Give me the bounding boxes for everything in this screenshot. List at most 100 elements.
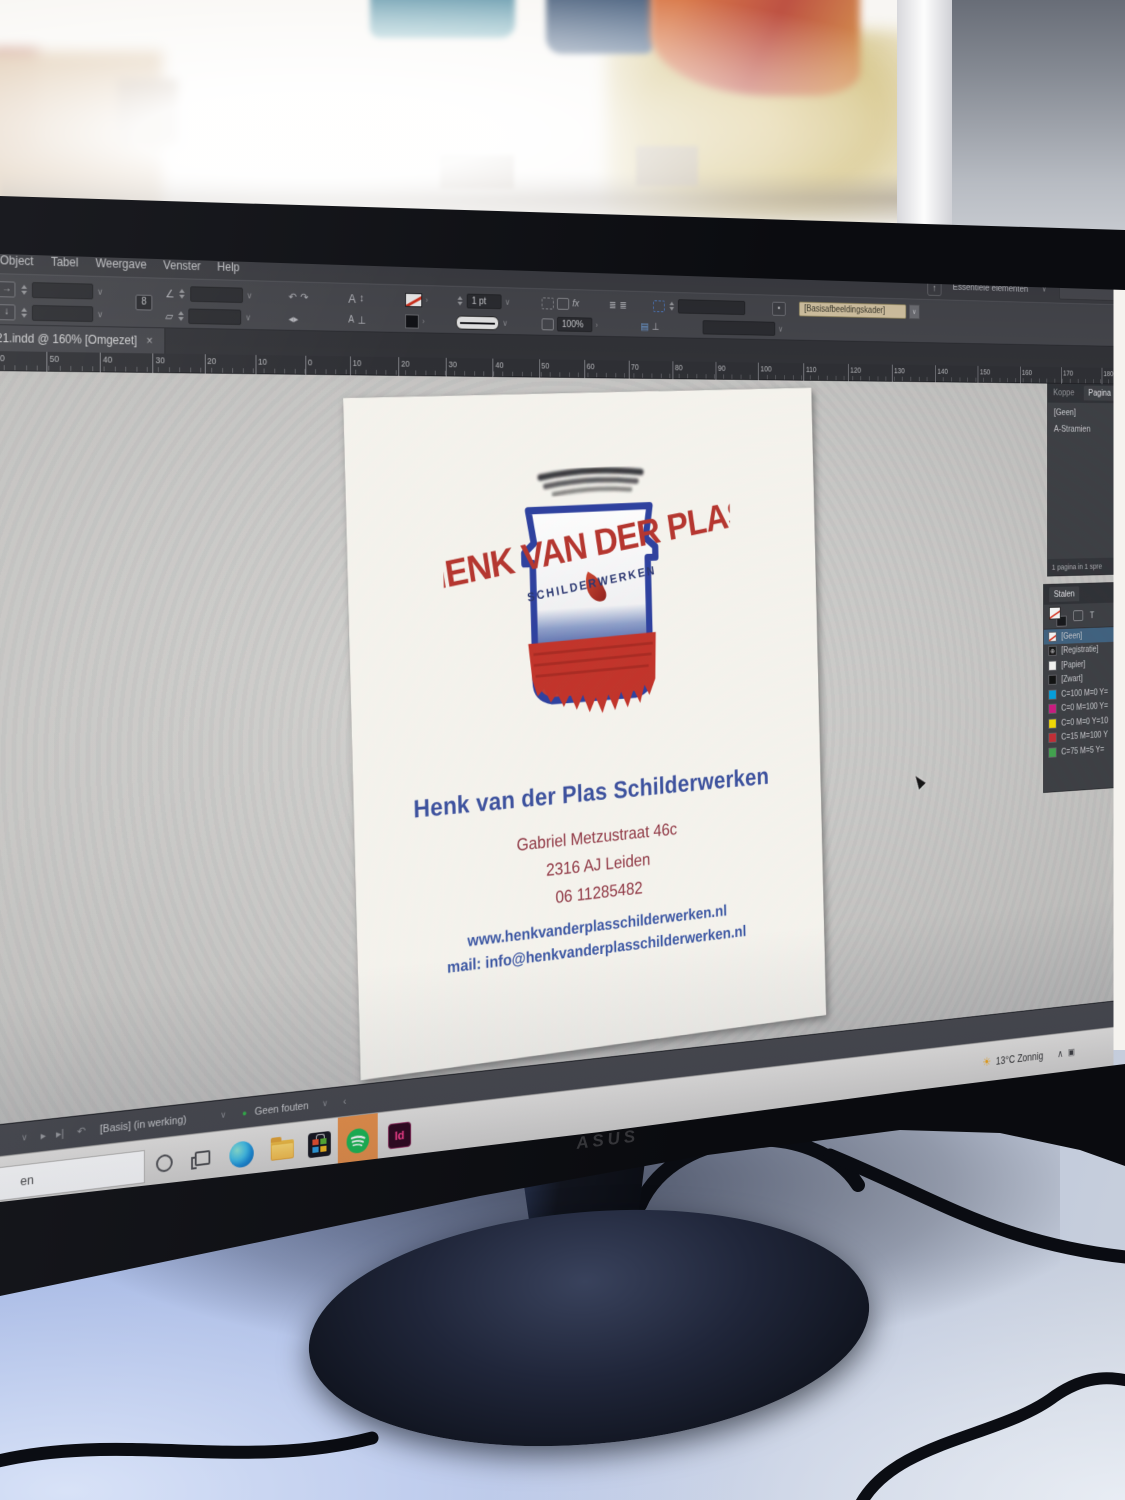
stroke-style-dropdown[interactable] xyxy=(456,315,499,330)
text-wrap-field[interactable] xyxy=(678,299,745,315)
pasteboard[interactable]: HENK VAN DER PLAS SCHILDERWERKEN Henk va… xyxy=(0,371,1113,1125)
chevron-down-icon[interactable]: ∨ xyxy=(246,290,252,301)
undo-icon[interactable]: ↶ xyxy=(77,1124,86,1138)
spotify-icon[interactable] xyxy=(346,1126,370,1155)
company-logo: HENK VAN DER PLAS SCHILDERWERKEN xyxy=(441,458,735,746)
object-style-dropdown[interactable]: [Basisafbeeldingskader] xyxy=(799,301,906,318)
ruler-tick: 0 xyxy=(305,356,312,375)
chevron-down-icon[interactable]: ∨ xyxy=(97,309,103,320)
vertical-align-icon[interactable]: ↕ xyxy=(359,293,364,304)
chevron-down-icon[interactable]: ∨ xyxy=(778,324,783,334)
frame-icon[interactable] xyxy=(557,297,569,309)
menu-weergave[interactable]: Weergave xyxy=(95,256,146,271)
width-field[interactable] xyxy=(32,282,93,299)
ruler-tick: 30 xyxy=(153,353,165,373)
tab-paginas[interactable]: Pagina xyxy=(1084,386,1114,401)
menu-object[interactable]: Object xyxy=(0,253,34,268)
underline-icon[interactable]: ⊥ xyxy=(652,320,659,332)
indesign-taskbar-icon[interactable]: Id xyxy=(388,1121,411,1149)
opacity-field[interactable]: 100% xyxy=(557,317,592,332)
chevron-down-icon[interactable]: ∨ xyxy=(97,286,103,297)
swatch-chip xyxy=(1048,631,1056,641)
menu-venster[interactable]: Venster xyxy=(163,258,200,273)
chevron-down-icon[interactable]: ∨ xyxy=(909,304,920,319)
height-field[interactable] xyxy=(32,305,93,322)
close-icon[interactable]: × xyxy=(146,334,153,348)
preset-field[interactable] xyxy=(703,320,776,336)
rotate-ccw-icon[interactable]: ↶ xyxy=(289,290,297,303)
more-icon[interactable]: › xyxy=(596,320,598,329)
rotate-cw-icon[interactable]: ↷ xyxy=(300,291,308,304)
panel-tab-bar: Stalen xyxy=(1044,582,1114,605)
stepper[interactable] xyxy=(668,299,675,313)
master-page-item[interactable]: [Geen] xyxy=(1048,403,1114,420)
container-format-icon[interactable] xyxy=(1073,610,1083,621)
fill-swatch-none[interactable] xyxy=(405,292,422,306)
tray-window-icon[interactable]: ▣ xyxy=(1068,1046,1075,1058)
height-icon: ↓ xyxy=(0,304,15,320)
ruler-tick: 160 xyxy=(1020,367,1032,384)
effects-icon[interactable]: fx xyxy=(572,298,579,309)
menu-help[interactable]: Help xyxy=(217,260,239,274)
shear-field[interactable] xyxy=(189,308,242,325)
window-frame xyxy=(897,0,957,260)
more-icon[interactable]: › xyxy=(426,295,429,304)
cortana-icon[interactable] xyxy=(156,1153,173,1173)
stepper[interactable] xyxy=(178,286,186,302)
baseline-icon[interactable]: ⊥ xyxy=(358,314,366,326)
document-page[interactable]: HENK VAN DER PLAS SCHILDERWERKEN Henk va… xyxy=(343,388,826,1081)
ruler-tick: 120 xyxy=(848,364,861,381)
paragraph-style-icon[interactable]: ≣ xyxy=(620,299,627,311)
menu-tabel[interactable]: Tabel xyxy=(51,255,78,270)
stepper[interactable] xyxy=(177,308,185,324)
master-page-item[interactable]: A-Stramien xyxy=(1048,419,1114,436)
opacity-icon xyxy=(542,318,554,330)
preflight-status[interactable]: Geen fouten xyxy=(255,1100,309,1118)
constrain-link-icon[interactable]: 8 xyxy=(136,295,153,311)
show-hidden-icons-caret[interactable]: ∧ xyxy=(1057,1047,1063,1059)
ruler-tick: 60 xyxy=(584,360,594,378)
ruler-tick: 110 xyxy=(804,363,817,381)
small-text-icon[interactable]: A xyxy=(348,314,354,324)
chevron-down-icon[interactable]: ∨ xyxy=(220,1110,226,1121)
tab-stalen[interactable]: Stalen xyxy=(1049,586,1079,602)
chevron-down-icon[interactable]: ∨ xyxy=(505,297,510,307)
stroke-weight-field[interactable]: 1 pt xyxy=(467,294,502,310)
swatch-chip xyxy=(1048,733,1056,743)
preflight-profile[interactable]: [Basis] (in werking) xyxy=(100,1114,187,1136)
frame-corner-icon[interactable] xyxy=(542,297,554,309)
ruler-tick: 50 xyxy=(539,359,550,377)
stepper[interactable] xyxy=(456,293,464,308)
chevron-down-icon[interactable]: ∨ xyxy=(322,1098,328,1109)
page-nav-dropdown[interactable]: ∨ xyxy=(21,1132,27,1144)
mouse-cursor xyxy=(912,773,926,790)
next-page-icon[interactable]: ▸ xyxy=(41,1129,46,1142)
rotation-field[interactable] xyxy=(190,286,243,303)
text-format-icon[interactable]: T xyxy=(1090,610,1094,620)
task-view-icon[interactable] xyxy=(195,1150,211,1166)
swatch-chip xyxy=(1048,660,1056,670)
microsoft-store-icon[interactable] xyxy=(308,1131,331,1158)
stroke-swatch-black[interactable] xyxy=(405,314,419,328)
text-frame-icon[interactable]: A xyxy=(348,291,356,305)
ruler-tick: 70 xyxy=(629,361,639,379)
drop-shadow-icon[interactable]: ▤ xyxy=(641,320,649,332)
ruler-tick: 90 xyxy=(716,362,726,380)
chevron-down-icon[interactable]: ∨ xyxy=(245,312,251,323)
back-icon[interactable]: ‹ xyxy=(343,1096,346,1108)
edge-browser-icon[interactable] xyxy=(229,1140,253,1169)
more-icon[interactable]: › xyxy=(422,317,425,326)
document-tab[interactable]: 21.indd @ 160% [Omgezet] × xyxy=(0,325,165,354)
file-explorer-icon[interactable] xyxy=(271,1139,294,1161)
stepper[interactable] xyxy=(19,305,28,321)
last-page-icon[interactable]: ▸| xyxy=(56,1127,64,1141)
tab-koppelingen[interactable]: Koppe xyxy=(1053,388,1074,398)
fill-stroke-proxy-icon[interactable] xyxy=(1049,606,1066,626)
document-tab-title: 21.indd @ 160% [Omgezet] xyxy=(0,331,137,347)
weather-widget[interactable]: ☀ 13°C Zonnig ∧ ▣ xyxy=(982,1045,1074,1070)
chevron-down-icon[interactable]: ∨ xyxy=(502,318,507,328)
flip-horizontal-icon[interactable]: ◂▸ xyxy=(289,312,299,325)
paragraph-style-icon[interactable]: ≣ xyxy=(609,299,616,311)
text-wrap-icon[interactable] xyxy=(653,300,665,312)
stepper[interactable] xyxy=(19,282,28,298)
